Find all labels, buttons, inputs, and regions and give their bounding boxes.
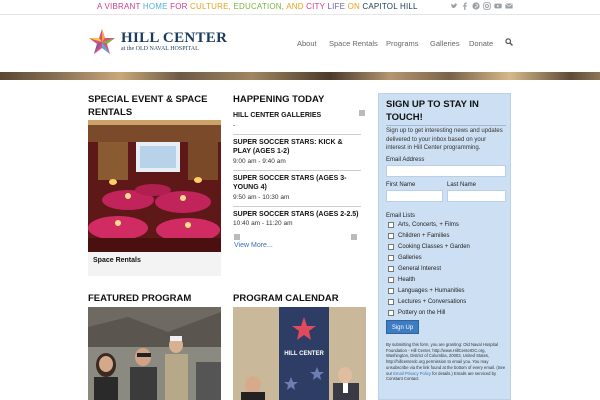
- nav-about[interactable]: About: [297, 39, 317, 48]
- nav-galleries[interactable]: Galleries: [430, 39, 460, 48]
- email-lists-label: Email Lists: [386, 213, 416, 219]
- list-option-label: General Interest: [398, 266, 442, 272]
- event-title: SUPER SOCCER STARS (AGES 3-YOUNG 4): [233, 174, 347, 192]
- privacy-policy-link[interactable]: Email Privacy Policy: [393, 371, 431, 376]
- twitter-icon[interactable]: [450, 2, 458, 10]
- nav-donate[interactable]: Donate: [469, 39, 493, 48]
- email-label: Email Address: [386, 157, 425, 163]
- social-links: [450, 2, 513, 10]
- checkbox[interactable]: [388, 222, 394, 228]
- list-option-label: Lectures + Conversations: [398, 299, 467, 305]
- scroll-up-arrow[interactable]: [359, 110, 365, 116]
- view-more-link[interactable]: View More...: [234, 242, 273, 249]
- event-title: SUPER SOCCER STARS: KICK & PLAY (AGES 1-…: [233, 138, 343, 156]
- list-option[interactable]: Pottery on the Hill: [388, 310, 445, 316]
- signup-divider: [386, 125, 506, 126]
- event-item[interactable]: SUPER SOCCER STARS: KICK & PLAY (AGES 1-…: [233, 135, 361, 171]
- tagline-part: EDUCATION,: [233, 2, 287, 11]
- sign-up-button[interactable]: Sign Up: [386, 320, 419, 334]
- event-title: HILL CENTER GALLERIES: [233, 112, 322, 119]
- list-option[interactable]: General Interest: [388, 266, 441, 272]
- list-option[interactable]: Cooking Classes + Garden: [388, 244, 470, 250]
- event-item[interactable]: SUPER SOCCER STARS (AGES 2-2.5) 10:40 am…: [233, 207, 361, 233]
- event-space-photo[interactable]: [88, 120, 221, 252]
- tagline-part: AND: [286, 2, 307, 11]
- header-photo-strip: [0, 72, 600, 80]
- event-item[interactable]: SUPER SOCCER STARS (AGES 3-YOUNG 4) 9:50…: [233, 171, 361, 207]
- event-time: 9:00 am - 9:40 am: [233, 157, 286, 165]
- checkbox[interactable]: [388, 310, 394, 316]
- checkbox[interactable]: [388, 255, 394, 261]
- first-name-label: First Name: [386, 182, 416, 188]
- program-calendar-heading: PROGRAM CALENDAR: [233, 293, 339, 304]
- signup-intro: Sign up to get interesting news and upda…: [386, 128, 503, 151]
- list-option-label: Languages + Humanities: [398, 288, 465, 294]
- event-title: SUPER SOCCER STARS (AGES 2-2.5): [233, 210, 359, 218]
- space-rentals-heading: SPECIAL EVENT & SPACE RENTALS: [88, 94, 208, 118]
- hill-center-banner-text: HILL CENTER: [284, 351, 324, 357]
- checkbox[interactable]: [388, 266, 394, 272]
- featured-program-photo[interactable]: [88, 307, 221, 400]
- happening-today-heading: HAPPENING TODAY: [233, 94, 325, 105]
- list-option-label: Galleries: [398, 255, 422, 261]
- list-option-label: Cooking Classes + Garden: [398, 244, 470, 250]
- youtube-icon[interactable]: [494, 2, 502, 10]
- event-item[interactable]: HILL CENTER GALLERIES -: [233, 108, 361, 135]
- checkbox[interactable]: [388, 299, 394, 305]
- site-header: HILL CENTER at the OLD NAVAL HOSPITAL Ab…: [0, 15, 600, 72]
- instagram-icon[interactable]: [483, 2, 491, 10]
- list-option[interactable]: Galleries: [388, 255, 422, 261]
- tagline-part: CULTURE,: [190, 2, 234, 11]
- tagline-part: FOR: [167, 2, 191, 11]
- list-option[interactable]: Arts, Concerts, + Films: [388, 222, 459, 228]
- site-tagline: A VIBRANT HOME FOR CULTURE, EDUCATION, A…: [97, 2, 418, 11]
- event-time: 10:40 am - 11:20 am: [233, 220, 293, 227]
- list-option[interactable]: Lectures + Conversations: [388, 299, 466, 305]
- event-time: 9:50 am - 10:30 am: [233, 193, 290, 201]
- nav-space-rentals[interactable]: Space Rentals: [329, 39, 378, 48]
- events-list: HILL CENTER GALLERIES - SUPER SOCCER STA…: [233, 108, 366, 242]
- facebook-icon[interactable]: [461, 2, 469, 10]
- first-name-field[interactable]: [386, 190, 443, 202]
- list-option[interactable]: Languages + Humanities: [388, 288, 465, 294]
- list-option[interactable]: Health: [388, 277, 415, 283]
- newsletter-signup: SIGN UP TO STAY IN TOUCH! Sign up to get…: [378, 93, 511, 400]
- list-option-label: Pottery on the Hill: [398, 310, 446, 316]
- email-icon[interactable]: [505, 2, 513, 10]
- tagline-part: A VIBRANT: [97, 2, 143, 11]
- list-option-label: Arts, Concerts, + Films: [398, 222, 459, 228]
- event-time: -: [233, 121, 236, 129]
- checkbox[interactable]: [388, 244, 394, 250]
- tagline-part: ON: [345, 2, 363, 11]
- nav-programs[interactable]: Programs: [386, 39, 419, 48]
- space-rentals-caption-text: Space Rentals: [93, 257, 141, 264]
- scroll-down-arrow[interactable]: [351, 234, 357, 240]
- checkbox[interactable]: [388, 277, 394, 283]
- pinterest-icon[interactable]: [472, 2, 480, 10]
- tagline-part: LIFE: [327, 2, 346, 11]
- top-bar: A VIBRANT HOME FOR CULTURE, EDUCATION, A…: [0, 0, 600, 15]
- list-option-label: Health: [398, 277, 416, 283]
- last-name-label: Last Name: [447, 182, 477, 188]
- featured-program-heading: FEATURED PROGRAM: [88, 293, 192, 304]
- checkbox[interactable]: [388, 233, 394, 239]
- list-option[interactable]: Children + Families: [388, 233, 450, 239]
- tagline-part: CITY: [306, 2, 328, 11]
- program-calendar-photo[interactable]: HILL CENTER: [233, 307, 366, 400]
- list-option-label: Children + Families: [398, 233, 450, 239]
- tagline-part: CAPITOL HILL: [362, 2, 418, 11]
- checkbox[interactable]: [388, 288, 394, 294]
- email-field[interactable]: [386, 165, 506, 177]
- tagline-part: HOME: [142, 2, 168, 11]
- scroll-left-arrow[interactable]: [234, 234, 240, 240]
- signup-fine-print: By submitting this form, you are grantin…: [386, 342, 506, 382]
- signup-title: SIGN UP TO STAY IN TOUCH!: [386, 99, 479, 123]
- search-icon[interactable]: [505, 38, 513, 46]
- last-name-field[interactable]: [447, 190, 506, 202]
- space-rentals-caption[interactable]: Space Rentals: [88, 252, 221, 276]
